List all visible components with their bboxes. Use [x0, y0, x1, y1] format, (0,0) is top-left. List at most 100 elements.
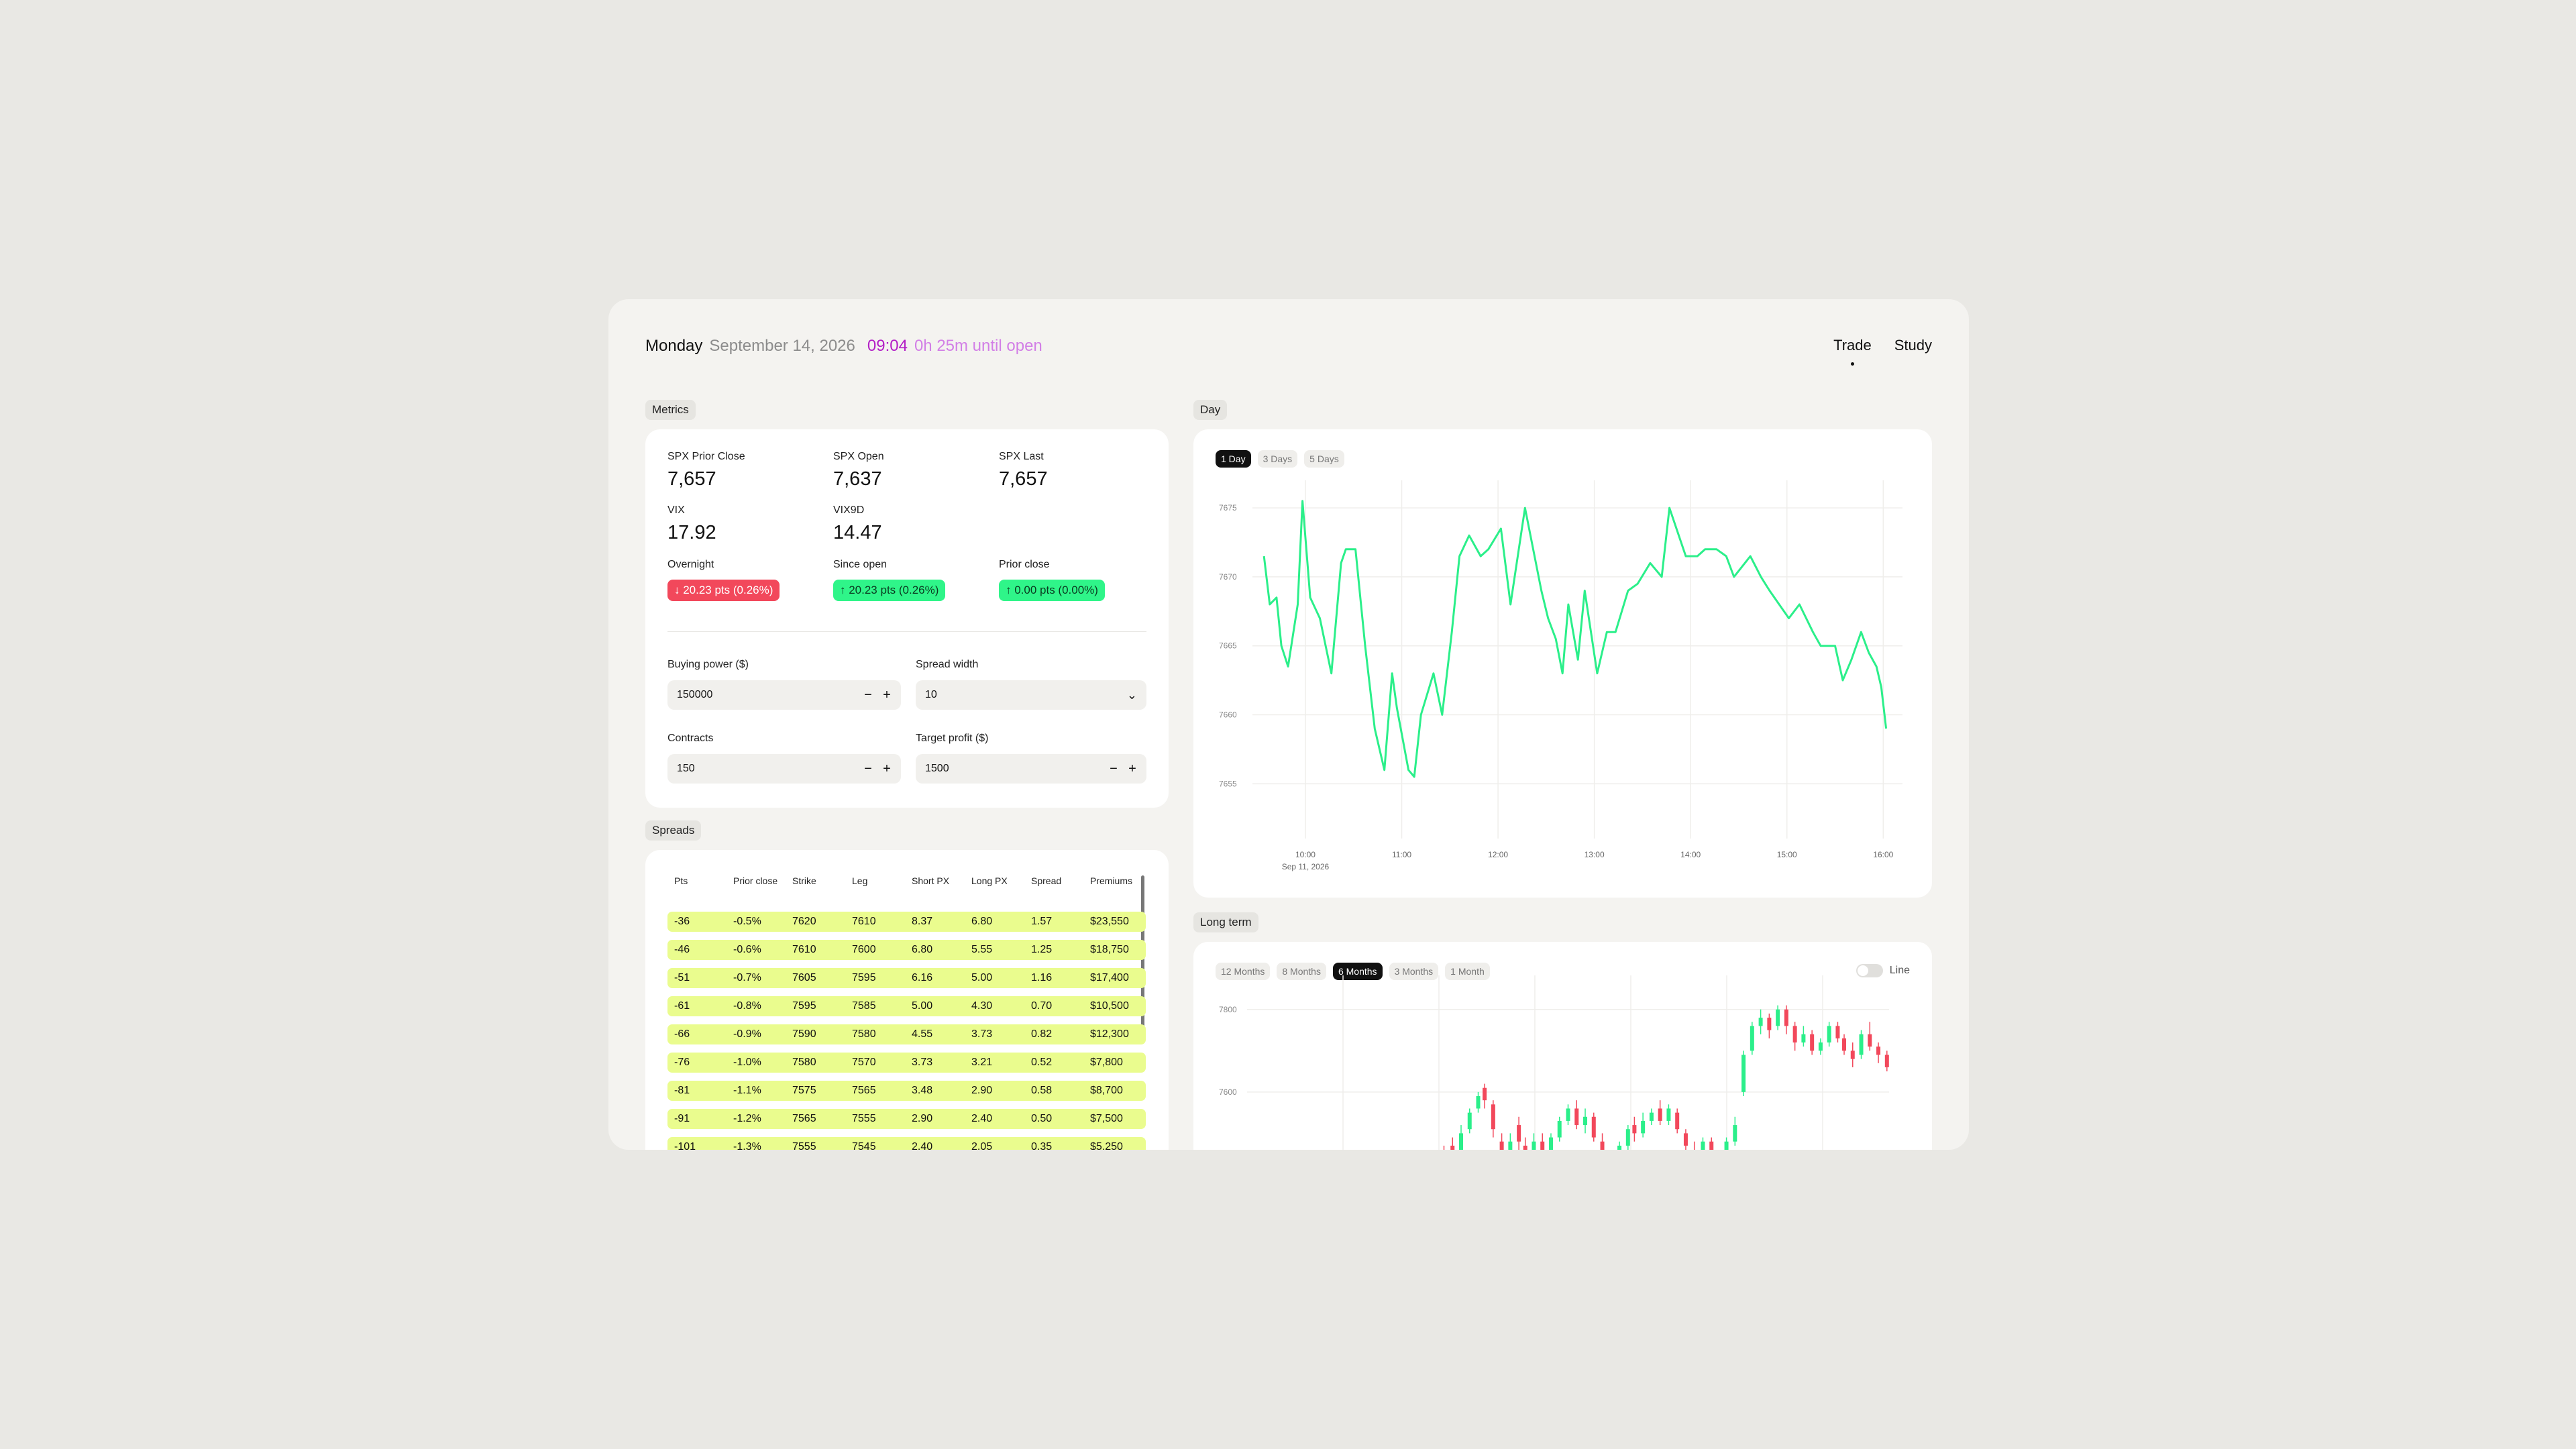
candle-body	[1459, 1133, 1463, 1150]
candle-body	[1792, 1026, 1797, 1042]
prior-close-label: Prior close	[999, 559, 1050, 570]
candle-body	[1884, 1055, 1889, 1067]
table-cell: 3.73	[971, 1028, 993, 1040]
candle-body	[1701, 1141, 1705, 1150]
metric-value: 7,657	[667, 468, 716, 490]
buying-power-field[interactable]: 150000 − +	[667, 680, 901, 710]
table-cell: 0.82	[1031, 1028, 1053, 1040]
candle-body	[1483, 1087, 1487, 1101]
candle-body	[1810, 1034, 1815, 1051]
app-window: Monday September 14, 2026 09:04 0h 25m unti…	[608, 299, 1969, 1150]
table-cell: 1.16	[1031, 972, 1053, 983]
table-cell: 7600	[852, 944, 876, 955]
weekday: Monday	[645, 337, 703, 355]
col-header: Short PX	[912, 875, 950, 886]
x-tick-label: 13:00	[1585, 850, 1605, 859]
table-cell: -51	[674, 972, 690, 983]
table-cell: 7590	[792, 1028, 816, 1040]
candle-body	[1600, 1141, 1605, 1150]
spread-width-value: 10	[925, 689, 937, 700]
day-section-label: Day	[1193, 400, 1228, 420]
metric-label: VIX	[667, 504, 685, 516]
nav-trade[interactable]: Trade	[1833, 337, 1872, 366]
target-profit-value[interactable]: 1500	[925, 763, 1109, 775]
buying-power-value[interactable]: 150000	[677, 689, 863, 701]
table-row[interactable]: -91 -1.2% 7565 7555 2.90 2.40 0.50 $7,500	[667, 1109, 1146, 1129]
metric-label: SPX Open	[833, 451, 884, 462]
table-cell: 6.16	[912, 972, 933, 983]
candle-body	[1750, 1026, 1754, 1051]
table-row[interactable]: -46 -0.6% 7610 7600 6.80 5.55 1.25 $18,750	[667, 940, 1146, 960]
table-row[interactable]: -101 -1.3% 7555 7545 2.40 2.05 0.35 $5,250	[667, 1137, 1146, 1150]
metrics-section-label: Metrics	[645, 400, 696, 420]
metric-value: 17.92	[667, 522, 716, 543]
minus-icon[interactable]: −	[863, 761, 873, 777]
plus-icon[interactable]: +	[882, 688, 892, 703]
plus-icon[interactable]: +	[1128, 761, 1137, 777]
target-profit-label: Target profit ($)	[916, 733, 989, 744]
target-profit-field[interactable]: 1500 − +	[916, 754, 1146, 784]
minus-icon[interactable]: −	[863, 688, 873, 703]
col-header: Prior close	[733, 875, 778, 886]
table-cell: 1.57	[1031, 916, 1053, 927]
table-cell: $8,700	[1090, 1085, 1123, 1096]
spreads-section-label: Spreads	[645, 820, 702, 841]
x-tick-label: 15:00	[1777, 850, 1797, 859]
table-cell: 2.90	[971, 1085, 993, 1096]
metric-value: 7,657	[999, 468, 1048, 490]
table-cell: 7595	[852, 972, 876, 983]
metric-vix9d: VIX9D 14.47	[833, 504, 882, 544]
table-cell: -76	[674, 1057, 690, 1068]
table-cell: $12,300	[1090, 1028, 1129, 1040]
metric-label: SPX Prior Close	[667, 451, 745, 462]
candle-body	[1868, 1034, 1872, 1047]
table-cell: 2.90	[912, 1113, 933, 1124]
candle-body	[1467, 1112, 1472, 1130]
table-row[interactable]: -61 -0.8% 7595 7585 5.00 4.30 0.70 $10,500	[667, 996, 1146, 1016]
minus-icon[interactable]: −	[1109, 761, 1118, 777]
candle-body	[1491, 1104, 1495, 1130]
candle-body	[1641, 1120, 1646, 1134]
y-tick-label: 7675	[1219, 503, 1237, 513]
candle-body	[1574, 1108, 1579, 1126]
table-cell: 7580	[852, 1028, 876, 1040]
plus-icon[interactable]: +	[882, 761, 892, 777]
table-cell: 3.48	[912, 1085, 933, 1096]
top-nav: Trade Study	[1833, 337, 1932, 366]
candle-body	[1709, 1141, 1714, 1150]
spread-width-select[interactable]: 10 ⌄	[916, 680, 1146, 710]
table-cell: 7545	[852, 1141, 876, 1150]
table-row[interactable]: -66 -0.9% 7590 7580 4.55 3.73 0.82 $12,300	[667, 1024, 1146, 1044]
contracts-label: Contracts	[667, 733, 714, 744]
table-cell: -0.6%	[733, 944, 761, 955]
metrics-card: SPX Prior Close 7,657 SPX Open 7,637 SPX…	[645, 429, 1169, 808]
candle-body	[1776, 1009, 1780, 1026]
table-cell: 8.37	[912, 916, 933, 927]
nav-study[interactable]: Study	[1894, 337, 1932, 354]
series-line	[1263, 500, 1888, 778]
table-cell: -36	[674, 916, 690, 927]
contracts-field[interactable]: 150 − +	[667, 754, 901, 784]
table-row[interactable]: -81 -1.1% 7575 7565 3.48 2.90 0.58 $8,700	[667, 1081, 1146, 1101]
candle-body	[1784, 1009, 1788, 1026]
candle-body	[1649, 1112, 1654, 1121]
table-row[interactable]: -36 -0.5% 7620 7610 8.37 6.80 1.57 $23,550	[667, 912, 1146, 932]
table-cell: 7605	[792, 972, 816, 983]
table-cell: -0.7%	[733, 972, 761, 983]
x-tick-label: 16:00	[1873, 850, 1893, 859]
table-cell: $18,750	[1090, 944, 1129, 955]
table-row[interactable]: -76 -1.0% 7580 7570 3.73 3.21 0.52 $7,800	[667, 1053, 1146, 1073]
table-row[interactable]: -51 -0.7% 7605 7595 6.16 5.00 1.16 $17,400	[667, 968, 1146, 988]
table-cell: 7565	[852, 1085, 876, 1096]
table-cell: 7610	[792, 944, 816, 955]
contracts-value[interactable]: 150	[677, 763, 863, 775]
table-cell: 3.73	[912, 1057, 933, 1068]
table-cell: -1.2%	[733, 1113, 761, 1124]
candle-body	[1508, 1141, 1513, 1150]
candle-body	[1591, 1116, 1596, 1138]
table-cell: 3.21	[971, 1057, 993, 1068]
table-cell: -1.3%	[733, 1141, 761, 1150]
col-header: Strike	[792, 875, 816, 886]
table-cell: 7555	[792, 1141, 816, 1150]
metric-label: VIX9D	[833, 504, 865, 516]
